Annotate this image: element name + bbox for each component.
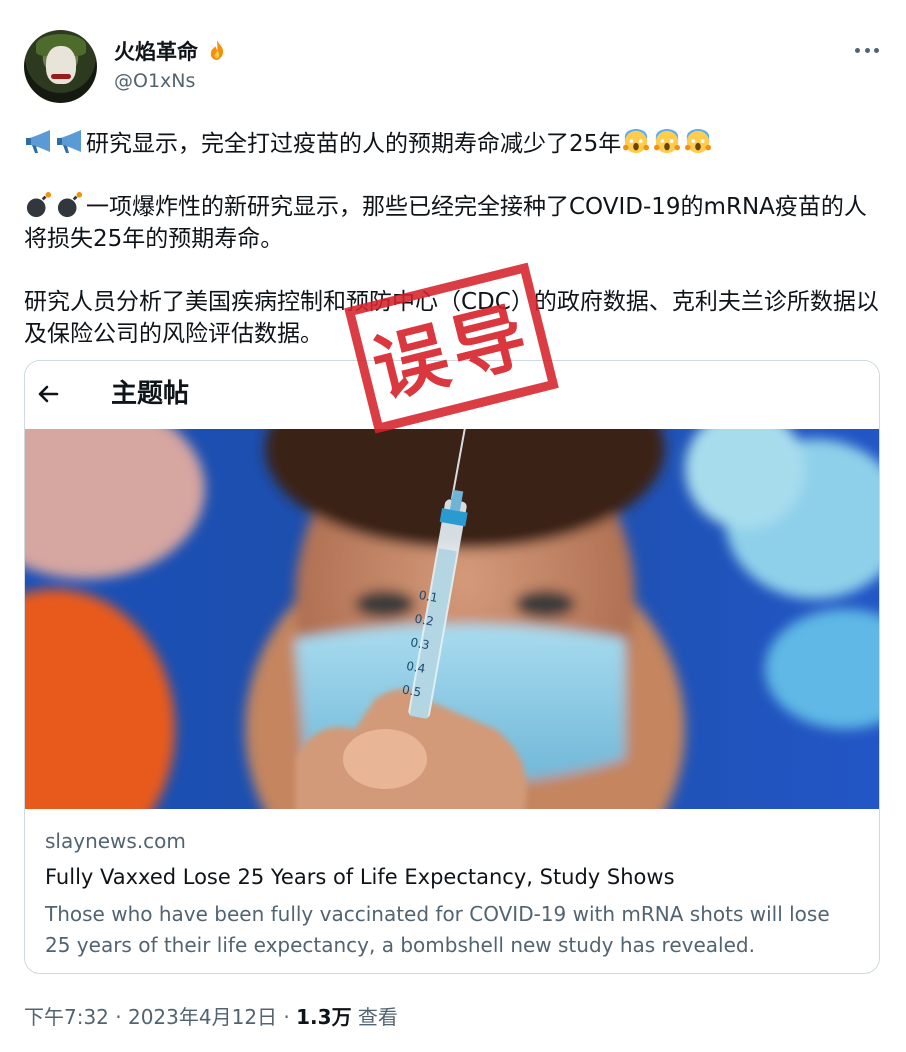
topbar-title: 主题帖 <box>111 379 190 409</box>
tweet-paragraph-3: 研究人员分析了美国疾病控制和预防中心（CDC）的政府数据、克利夫兰诊所数据以及保… <box>24 289 879 347</box>
card-meta[interactable]: slaynews.com Fully Vaxxed Lose 25 Years … <box>25 809 879 961</box>
fire-icon <box>211 40 224 60</box>
handle[interactable]: @O1xNs <box>114 70 195 92</box>
scream-icon <box>685 129 712 154</box>
tweet-paragraph-2: 一项爆炸性的新研究显示，那些已经完全接种了COVID-19的mRNA疫苗的人将损… <box>24 192 867 252</box>
more-options-icon[interactable] <box>852 40 882 60</box>
bomb-icon <box>57 192 83 218</box>
scream-icon <box>654 129 681 154</box>
scream-icon <box>623 129 650 154</box>
avatar[interactable] <box>24 30 97 103</box>
bomb-icon <box>26 192 52 218</box>
tweet-footer: 下午7:32 · 2023年4月12日 · 1.3万 查看 <box>24 1001 398 1030</box>
card-image-syringe[interactable] <box>25 429 880 809</box>
display-name[interactable]: 火焰革命 <box>114 36 229 66</box>
link-card[interactable]: 主题帖 0.1 0.2 0.3 0.4 0.5 slaynews.com Ful… <box>24 360 880 974</box>
tweet-header: 火焰革命 @O1xNs <box>24 30 882 106</box>
megaphone-icon <box>57 130 81 153</box>
tweet-timestamp[interactable]: 下午7:32 · 2023年4月12日 · <box>24 1005 296 1029</box>
tweet-body: 研究显示，完全打过疫苗的人的预期寿命减少了25年 一项爆炸性的新研究显示，那些已… <box>24 128 884 381</box>
card-topbar: 主题帖 <box>25 361 879 429</box>
syringe-mark: 0.5 <box>401 682 423 700</box>
card-description: Those who have been fully vaccinated for… <box>45 902 830 957</box>
megaphone-icon <box>26 130 50 153</box>
back-arrow-icon[interactable] <box>33 379 63 409</box>
view-count: 1.3万 <box>296 1005 352 1029</box>
card-title[interactable]: Fully Vaxxed Lose 25 Years of Life Expec… <box>45 865 861 889</box>
views-label: 查看 <box>351 1005 398 1029</box>
tweet-paragraph-1: 研究显示，完全打过疫苗的人的预期寿命减少了25年 <box>24 128 884 160</box>
card-domain[interactable]: slaynews.com <box>45 829 861 853</box>
